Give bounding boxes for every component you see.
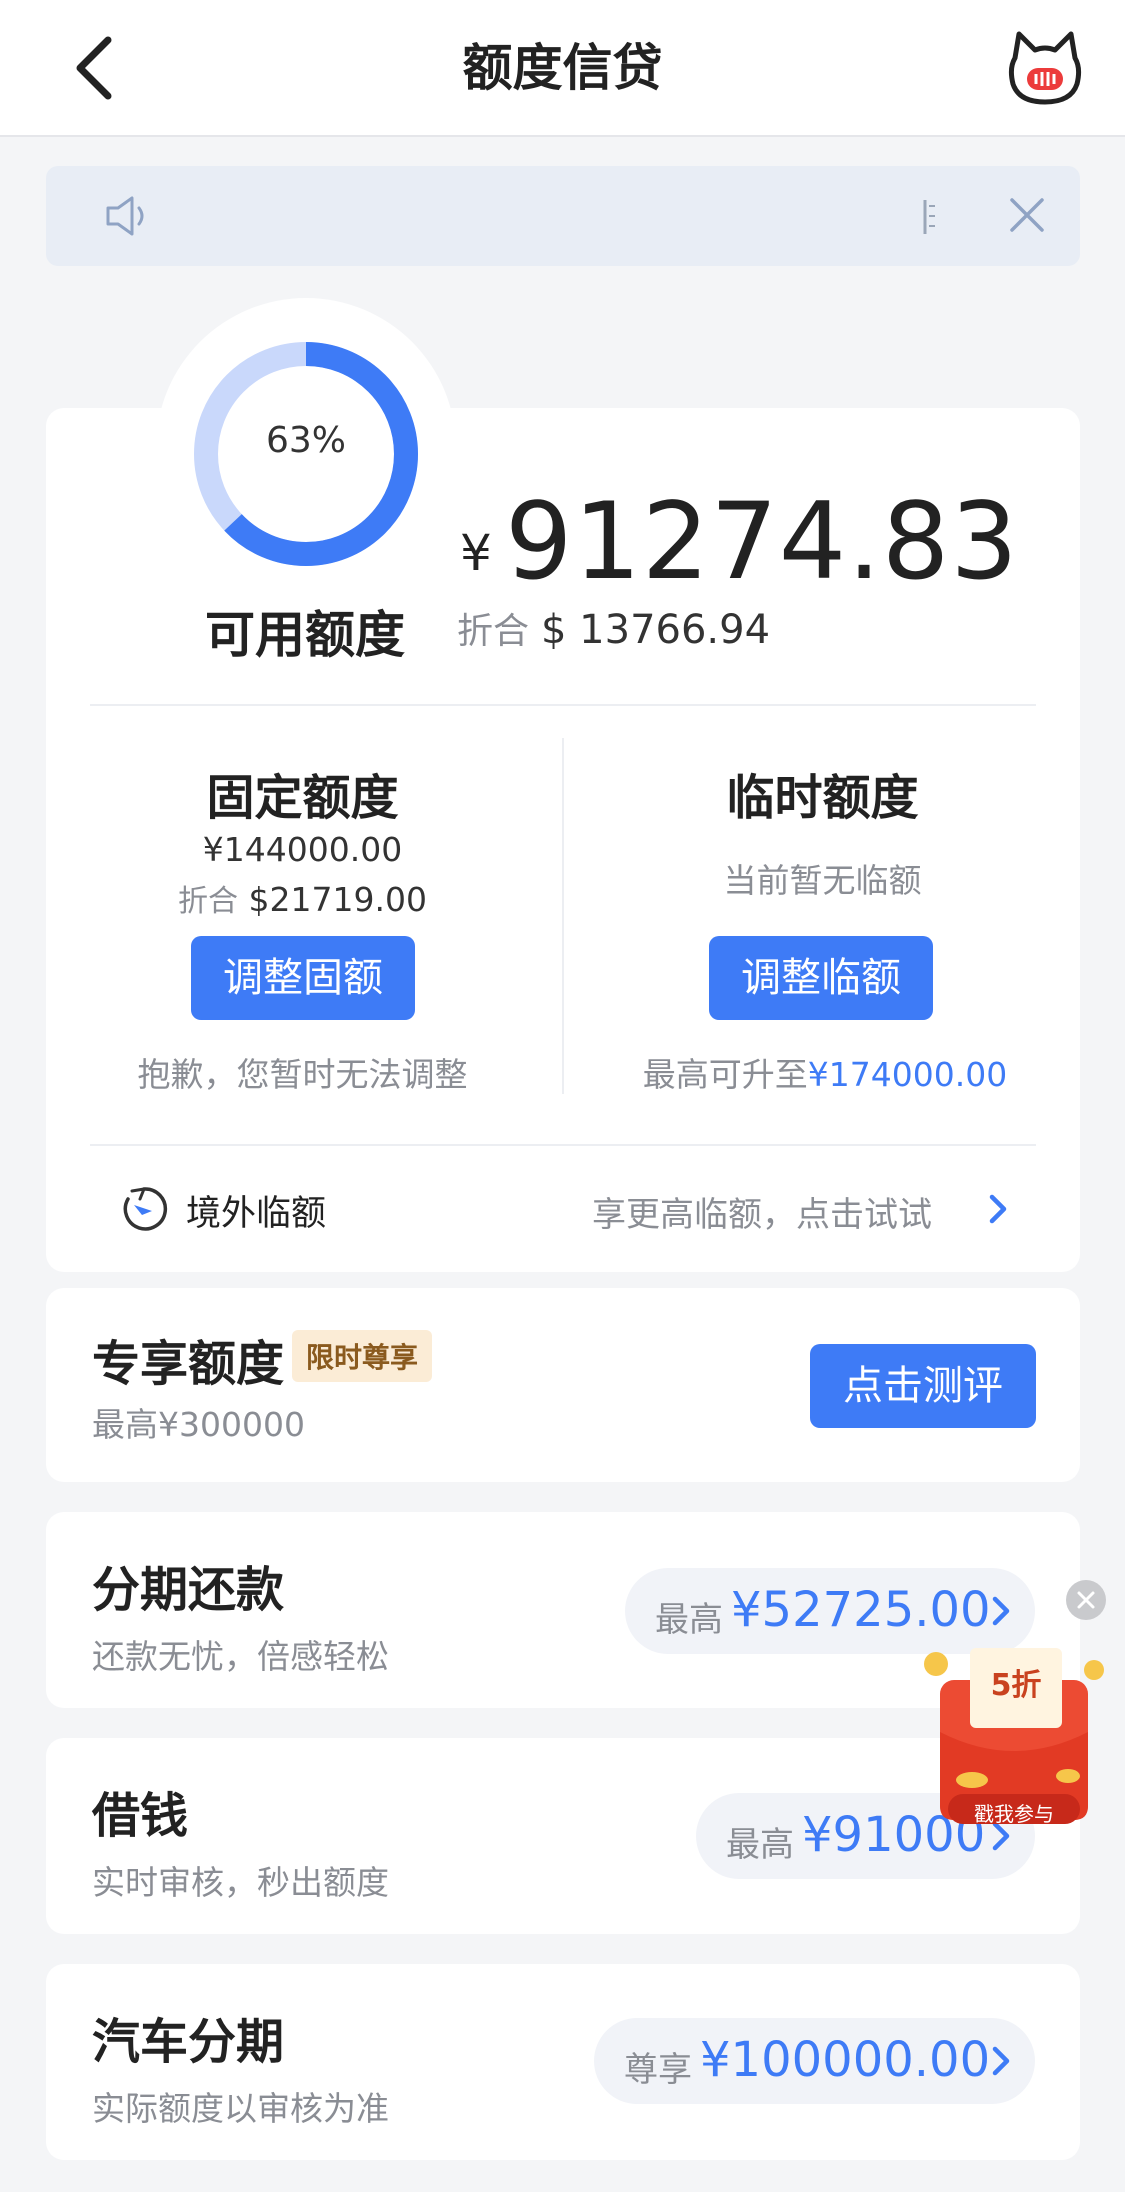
temp-limit-status: 当前暂无临额 <box>723 861 922 900</box>
currency-symbol: ¥ <box>460 524 492 582</box>
temp-limit-title: 临时额度 <box>726 770 919 826</box>
marquee-indicator-icon <box>923 200 935 234</box>
notice-close-icon[interactable] <box>1006 194 1048 236</box>
adjust-temp-limit-button[interactable]: 调整临额 <box>709 936 933 1020</box>
equiv-label: 折合 <box>457 611 530 652</box>
available-limit-label: 可用额度 <box>205 606 405 664</box>
borrow-sub: 实时审核，秒出额度 <box>92 1863 389 1902</box>
overseas-limit-hint[interactable]: 享更高临额，点击试试 <box>592 1187 932 1236</box>
temp-limit-note: 最高可升至¥174000.00 <box>600 1048 1050 1096</box>
car-installment-sub: 实际额度以审核为准 <box>92 2089 389 2128</box>
installment-max-amount: ¥52725.00 <box>731 1582 991 1638</box>
fixed-limit-note: 抱歉，您暂时无法调整 <box>137 1055 468 1094</box>
fixed-limit-equivalent: 折合 $21719.00 <box>120 876 485 920</box>
promo-discount: 5折 <box>990 1668 1042 1703</box>
car-installment-title: 汽车分期 <box>92 2014 285 2070</box>
exclusive-limit-sub: 最高¥300000 <box>92 1405 305 1444</box>
installment-sub: 还款无忧，倍感轻松 <box>92 1637 389 1676</box>
temp-note-prefix: 最高可升至 <box>642 1055 808 1094</box>
equiv-label: 折合 <box>178 884 239 919</box>
clock-plane-icon <box>123 1187 168 1231</box>
exclusive-limit-title: 专享额度 <box>92 1336 285 1392</box>
chevron-right-icon <box>992 2046 1010 2076</box>
installment-title: 分期还款 <box>92 1562 285 1618</box>
column-divider <box>562 738 564 1094</box>
equiv-amount: $ 13766.94 <box>541 607 771 653</box>
promo-close-button[interactable] <box>1066 1580 1106 1620</box>
limited-time-badge: 限时尊享 <box>292 1330 433 1382</box>
borrow-title: 借钱 <box>92 1788 189 1844</box>
car-max-pill[interactable]: 尊享 ¥100000.00 <box>594 2018 1035 2104</box>
pill-label: 最高 <box>655 1600 723 1640</box>
chevron-right-icon[interactable] <box>986 1193 1010 1225</box>
divider <box>90 1144 1036 1146</box>
car-max-amount: ¥100000.00 <box>700 2032 991 2088</box>
notice-bar <box>46 166 1080 266</box>
pill-label: 最高 <box>726 1825 794 1865</box>
overseas-limit-label[interactable]: 境外临额 <box>186 1185 326 1236</box>
pill-label: 尊享 <box>624 2050 692 2090</box>
evaluate-button[interactable]: 点击测评 <box>810 1344 1036 1428</box>
fixed-limit-title: 固定额度 <box>206 770 399 826</box>
usage-percent: 63% <box>265 420 346 461</box>
fixed-limit-amount: ¥144000.00 <box>202 830 403 869</box>
page-title: 额度信贷 <box>462 39 663 97</box>
speaker-icon <box>106 196 144 236</box>
temp-max-amount: ¥174000.00 <box>807 1055 1008 1094</box>
divider <box>90 704 1036 706</box>
adjust-fixed-limit-button[interactable]: 调整固额 <box>191 936 415 1020</box>
promo-cta: 戳我参与 <box>974 1802 1054 1826</box>
fixed-equiv-amount: $21719.00 <box>248 880 427 919</box>
chevron-right-icon <box>992 1596 1010 1626</box>
available-usd-equivalent: 折合 $ 13766.94 <box>457 602 770 654</box>
available-amount: 91274.83 <box>505 480 1019 603</box>
red-envelope-promo[interactable]: 5折 戳我参与 <box>918 1640 1110 1830</box>
close-icon <box>1077 1591 1095 1609</box>
cat-mascot-icon[interactable] <box>1005 28 1085 108</box>
